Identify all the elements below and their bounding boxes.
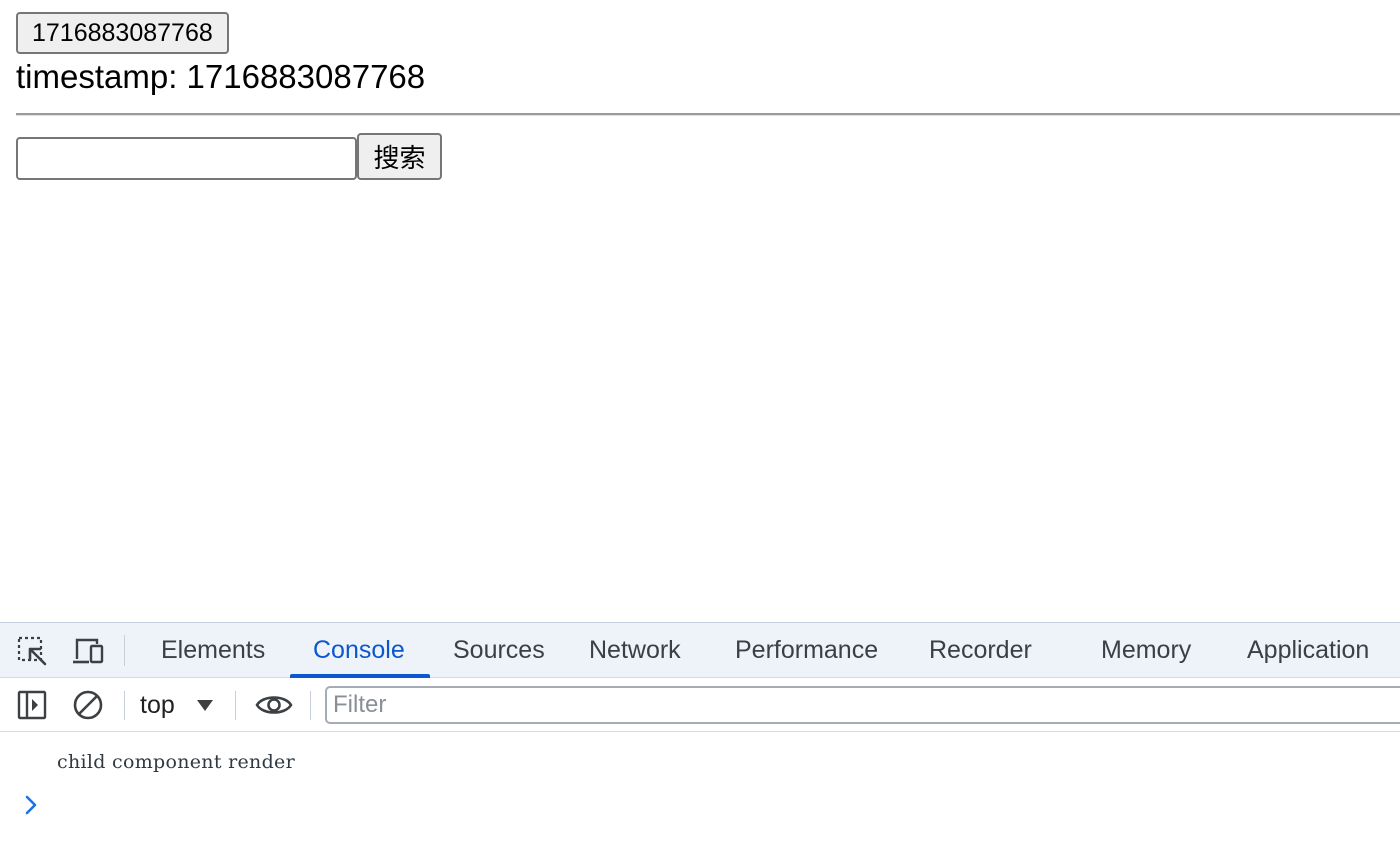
context-selector-label: top — [140, 690, 175, 719]
toolbar-divider — [310, 691, 311, 720]
context-selector[interactable]: top — [140, 685, 213, 725]
sidebar-toggle-icon[interactable] — [15, 688, 49, 722]
tab-network[interactable]: Network — [589, 623, 681, 678]
active-tab-indicator — [290, 674, 430, 678]
console-log-message: child component render — [57, 751, 295, 773]
tab-performance[interactable]: Performance — [735, 623, 878, 678]
tab-sources[interactable]: Sources — [453, 623, 545, 678]
tab-console[interactable]: Console — [313, 623, 405, 678]
page: 1716883087768 timestamp: 1716883087768 搜… — [0, 0, 1400, 855]
toolbar-divider — [235, 691, 236, 720]
devtools-panel: Elements Console Sources Network Perform… — [0, 622, 1400, 855]
toolbar-divider — [124, 691, 125, 720]
toolbar-divider — [124, 635, 125, 666]
tab-application[interactable]: Application — [1247, 623, 1369, 678]
inspect-element-icon[interactable] — [15, 634, 49, 668]
horizontal-rule — [16, 113, 1400, 116]
page-viewport: 1716883087768 timestamp: 1716883087768 搜… — [0, 0, 1400, 622]
devtools-tab-bar: Elements Console Sources Network Perform… — [0, 623, 1400, 678]
tab-memory[interactable]: Memory — [1101, 623, 1191, 678]
console-output: child component render — [0, 733, 1400, 855]
live-expression-eye-icon[interactable] — [255, 688, 293, 722]
timestamp-text: timestamp: 1716883087768 — [16, 58, 426, 95]
console-toolbar: top — [0, 679, 1400, 732]
tab-recorder[interactable]: Recorder — [929, 623, 1032, 678]
dropdown-caret-icon — [196, 699, 213, 711]
device-toolbar-icon[interactable] — [71, 634, 105, 668]
console-prompt-chevron-icon[interactable] — [22, 793, 42, 817]
search-input[interactable] — [16, 137, 357, 180]
clear-console-icon[interactable] — [71, 688, 105, 722]
search-button[interactable]: 搜索 — [357, 133, 442, 180]
console-filter-input[interactable] — [325, 686, 1400, 724]
timestamp-button[interactable]: 1716883087768 — [16, 12, 229, 54]
tab-elements[interactable]: Elements — [161, 623, 265, 678]
